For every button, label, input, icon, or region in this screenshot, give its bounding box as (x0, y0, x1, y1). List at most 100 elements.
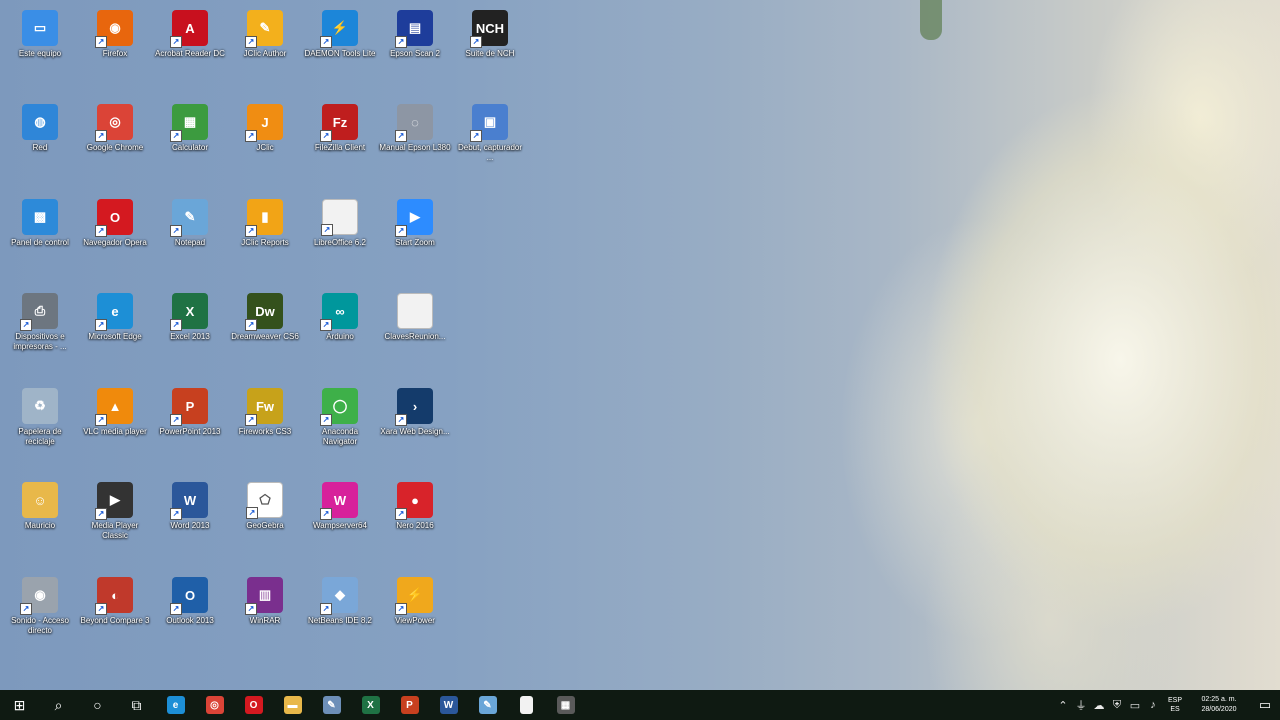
cortana-icon: ○ (93, 697, 102, 713)
shortcut-arrow-icon: ↗ (395, 603, 407, 615)
beyond-compare-icon: ◐ ↗ (95, 577, 133, 615)
shortcut-arrow-icon: ↗ (245, 130, 257, 142)
desktop-icon[interactable]: A ↗ Acrobat Reader DC (152, 4, 228, 96)
acrobat-reader-icon: A ↗ (170, 10, 208, 48)
desktop-icon[interactable]: ⚡ ↗ DAEMON Tools Lite (302, 4, 378, 96)
desktop-icon[interactable]: ▶ ↗ Media Player Classic (77, 476, 153, 568)
desktop-icon[interactable]: ▣ ↗ Debut, capturador ... (452, 98, 528, 190)
desktop-icon[interactable]: X ↗ Excel 2013 (152, 287, 228, 379)
desktop-icon[interactable]: ◆ ↗ NetBeans IDE 8.2 (302, 571, 378, 663)
taskbar-button[interactable]: ✎ (468, 690, 507, 720)
desktop-icon[interactable]: ▤ ↗ Epson Scan 2 (377, 4, 453, 96)
word-icon: W ↗ (170, 482, 208, 520)
desktop-icon[interactable]: › ↗ Xara Web Design... (377, 382, 453, 474)
desktop-icon[interactable]: Fz ↗ FileZilla Client (302, 98, 378, 190)
desktop-icon[interactable]: ▲ ↗ VLC media player (77, 382, 153, 474)
desktop-icon-label: JClic Author (243, 49, 287, 58)
desktop-icon-label: ViewPower (395, 616, 435, 625)
desktop-icon[interactable]: ▮ ↗ JClic Reports (227, 193, 303, 285)
desktop-icon-label: Beyond Compare 3 (80, 616, 150, 625)
taskbar-button[interactable]: ▬ (273, 690, 312, 720)
desktop-icon-label: Epson Scan 2 (390, 49, 440, 58)
notification-icon: ▭ (1258, 697, 1272, 712)
desktop-icon-label: Google Chrome (86, 143, 144, 152)
taskbar-button[interactable]: ✎ (312, 690, 351, 720)
search-icon: ⌕ (54, 696, 63, 713)
shortcut-arrow-icon: ↗ (321, 224, 333, 236)
defender-icon[interactable]: ⛨ (1108, 690, 1126, 720)
epson-scan-icon: ▤ ↗ (395, 10, 433, 48)
desktop-icon[interactable]: ⬠ ↗ GeoGebra (227, 476, 303, 568)
desktop-icon[interactable]: ▥ ↗ WinRAR (227, 571, 303, 663)
desktop-icon-label: LibreOffice 6.2 (314, 238, 366, 247)
desktop-icon[interactable]: ▩ Panel de control (2, 193, 78, 285)
shortcut-arrow-icon: ↗ (170, 36, 182, 48)
taskbar-button[interactable]: ○ (78, 690, 117, 720)
taskbar-button[interactable]: X (351, 690, 390, 720)
taskbar-button[interactable]: e (156, 690, 195, 720)
keyboard-layout-code: ES (1170, 706, 1180, 713)
desktop-icon[interactable]: NCH ↗ Suite de NCH (452, 4, 528, 96)
desktop-icon-label: Dispositivos e impresoras - ... (13, 332, 67, 351)
desktop-icon[interactable]: ● ↗ Nero 2016 (377, 476, 453, 568)
taskbar-button[interactable]: ⌕ (39, 690, 78, 720)
desktop-icon-label: Start Zoom (395, 238, 435, 247)
network-tray-icon[interactable]: ▭ (1126, 690, 1144, 720)
desktop-icon[interactable]: ⎙ ↗ Dispositivos e impresoras - ... (2, 287, 78, 379)
shortcut-arrow-icon: ↗ (95, 36, 107, 48)
desktop-icon-label: Papelera de reciclaje (18, 427, 62, 446)
input-language-indicator[interactable]: ESP ES (1162, 696, 1188, 714)
desktop-icon[interactable]: O ↗ Navegador Opera (77, 193, 153, 285)
taskbar-button[interactable] (507, 690, 546, 720)
clock[interactable]: 02:25 a. m. 28/06/2020 (1188, 695, 1250, 715)
desktop-icon[interactable]: ∞ ↗ Arduino (302, 287, 378, 379)
opera-icon: O ↗ (95, 199, 133, 237)
onedrive-icon[interactable]: ☁ (1090, 690, 1108, 720)
desktop-icon[interactable]: ↗ LibreOffice 6.2 (302, 193, 378, 285)
desktop-icon[interactable]: ◍ Red (2, 98, 78, 190)
desktop-icon[interactable]: ⚡ ↗ ViewPower (377, 571, 453, 663)
shortcut-arrow-icon: ↗ (95, 130, 107, 142)
taskbar-button[interactable]: ◎ (195, 690, 234, 720)
volume-icon[interactable]: ♪ (1144, 690, 1162, 720)
notification-center-button[interactable]: ▭ (1250, 690, 1280, 720)
edge-icon: e ↗ (95, 293, 133, 331)
taskbar-button[interactable]: P (390, 690, 429, 720)
desktop-icon[interactable]: ▦ ↗ Calculator (152, 98, 228, 190)
desktop-icon[interactable]: W ↗ Wampserver64 (302, 476, 378, 568)
desktop-icon[interactable]: ☺ Mauricio (2, 476, 78, 568)
task-view-icon: ⧉ (131, 696, 142, 713)
taskbar-button[interactable]: ▦ (546, 690, 585, 720)
desktop-icon[interactable]: ◉ ↗ Sonido - Acceso directo (2, 571, 78, 663)
desktop-icon[interactable]: e ↗ Microsoft Edge (77, 287, 153, 379)
desktop-icon[interactable]: P ↗ PowerPoint 2013 (152, 382, 228, 474)
desktop-icon-label: WinRAR (249, 616, 281, 625)
desktop-icon[interactable]: W ↗ Word 2013 (152, 476, 228, 568)
chevron-up-icon[interactable]: ⌃ (1054, 690, 1072, 720)
desktop-icon[interactable]: ◉ ↗ Firefox (77, 4, 153, 96)
desktop-icon[interactable]: ▶ ↗ Start Zoom (377, 193, 453, 285)
desktop-icon-label: Fireworks CS3 (238, 427, 292, 436)
desktop-icon[interactable]: ♻ Papelera de reciclaje (2, 382, 78, 474)
desktop-icon[interactable]: J ↗ JClic (227, 98, 303, 190)
desktop-icon[interactable]: Fw ↗ Fireworks CS3 (227, 382, 303, 474)
shortcut-arrow-icon: ↗ (20, 603, 32, 615)
taskbar-button[interactable]: ⧉ (117, 690, 156, 720)
desktop-icon[interactable]: ◌ ↗ Manual Epson L380 (377, 98, 453, 190)
desktop-icon[interactable]: O ↗ Outlook 2013 (152, 571, 228, 663)
shortcut-arrow-icon: ↗ (320, 130, 332, 142)
taskbar-button[interactable]: W (429, 690, 468, 720)
desktop-icon[interactable]: ✎ ↗ Notepad (152, 193, 228, 285)
desktop-icon[interactable]: ◯ ↗ Anaconda Navigator (302, 382, 378, 474)
desktop-icon[interactable]: ✎ ↗ JClic Author (227, 4, 303, 96)
desktop-icon[interactable]: ◐ ↗ Beyond Compare 3 (77, 571, 153, 663)
desktop-icon[interactable]: ▭ Este equipo (2, 4, 78, 96)
desktop-icon[interactable]: ◎ ↗ Google Chrome (77, 98, 153, 190)
desktop-icon[interactable]: ClavesReunion... (377, 287, 453, 379)
desktop-icon[interactable]: Dw ↗ Dreamweaver CS6 (227, 287, 303, 379)
usb-icon[interactable]: ⏚ (1072, 690, 1090, 720)
viewpower-icon: ⚡ ↗ (395, 577, 433, 615)
clock-date: 28/06/2020 (1201, 706, 1237, 713)
taskbar-button[interactable]: ⊞ (0, 690, 39, 720)
taskbar-button[interactable]: O (234, 690, 273, 720)
